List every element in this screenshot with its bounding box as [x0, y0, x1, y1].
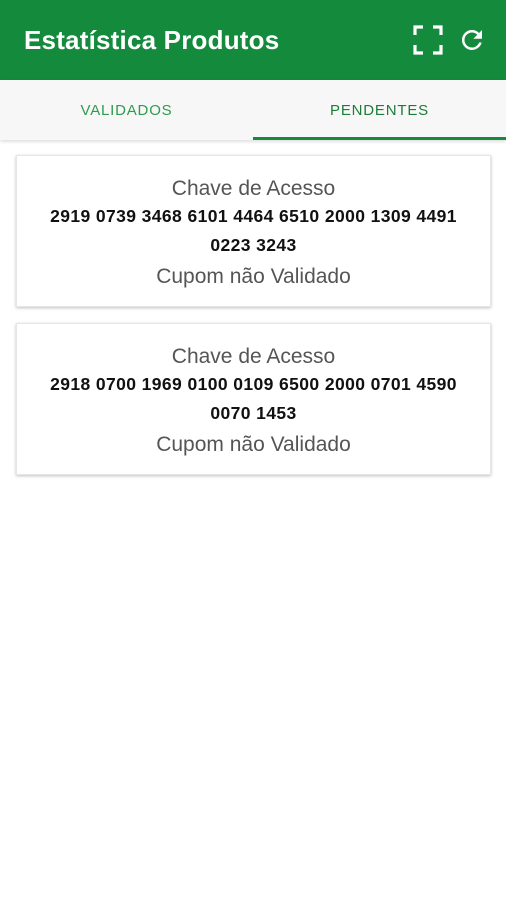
access-key-label: Chave de Acesso: [171, 345, 336, 368]
access-key-value: 2918 0700 1969 0100 0109 6500 2000 0701 …: [50, 374, 457, 423]
tab-bar: VALIDADOS PENDENTES: [0, 80, 506, 140]
coupon-status: Cupom não Validado: [156, 265, 351, 288]
app-bar: Estatística Produtos: [0, 0, 506, 80]
coupon-card[interactable]: Chave de Acesso 2919 0739 3468 6101 4464…: [16, 155, 491, 307]
tab-pendentes[interactable]: PENDENTES: [253, 80, 506, 140]
active-tab-indicator: [253, 137, 506, 140]
fullscreen-icon: [413, 25, 443, 55]
app-screen: Estatística Produtos VALIDADOS PENDENTES…: [0, 0, 506, 900]
tab-validados[interactable]: VALIDADOS: [0, 80, 253, 140]
refresh-button[interactable]: [450, 18, 494, 62]
refresh-icon: [461, 29, 482, 50]
app-title: Estatística Produtos: [24, 24, 280, 55]
fullscreen-button[interactable]: [406, 18, 450, 62]
tab-validados-label: VALIDADOS: [80, 101, 173, 119]
coupon-list: Chave de Acesso 2919 0739 3468 6101 4464…: [16, 155, 491, 491]
tab-pendentes-label: PENDENTES: [330, 101, 429, 119]
coupon-status: Cupom não Validado: [156, 433, 351, 456]
access-key-label: Chave de Acesso: [171, 177, 336, 200]
access-key-value: 2919 0739 3468 6101 4464 6510 2000 1309 …: [50, 206, 457, 255]
coupon-card[interactable]: Chave de Acesso 2918 0700 1969 0100 0109…: [16, 323, 491, 475]
